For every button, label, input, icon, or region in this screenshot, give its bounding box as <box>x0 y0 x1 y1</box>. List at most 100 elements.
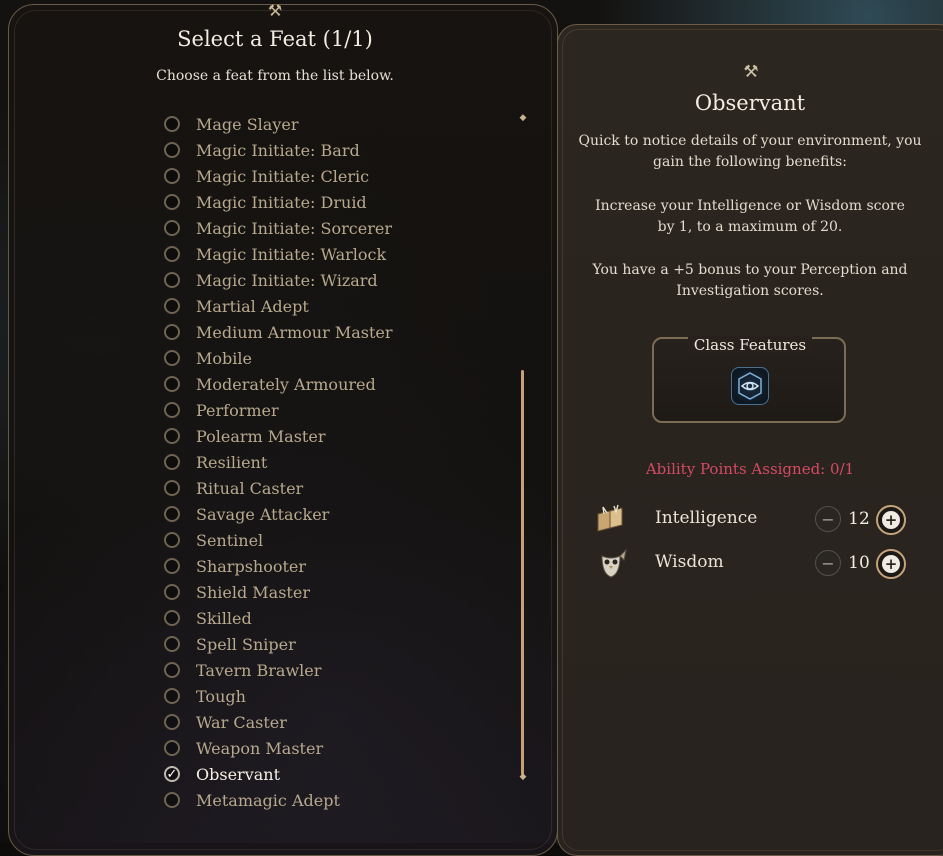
feat-label: Tough <box>196 686 246 706</box>
radio-button[interactable] <box>164 272 180 288</box>
ability-row-intelligence: Intelligence − 12 + <box>590 500 920 540</box>
feat-label: Shield Master <box>196 582 310 602</box>
feat-list-item[interactable]: Martial Adept <box>164 293 393 319</box>
feat-list-item[interactable]: Weapon Master <box>164 735 393 761</box>
owl-icon <box>594 546 628 580</box>
radio-button[interactable] <box>164 558 180 574</box>
feat-benefit: Increase your Intelligence or Wisdom sco… <box>595 198 905 235</box>
feat-label: Tavern Brawler <box>196 660 322 680</box>
feat-label: Savage Attacker <box>196 504 330 524</box>
feat-list-item[interactable]: Medium Armour Master <box>164 319 393 345</box>
increase-wisdom-button[interactable]: + <box>876 549 906 579</box>
feat-label: Skilled <box>196 608 252 628</box>
class-features-label-text: Class Features <box>687 336 813 354</box>
radio-button[interactable] <box>164 662 180 678</box>
radio-button[interactable] <box>164 116 180 132</box>
feat-label: Resilient <box>196 452 268 472</box>
feat-list-item[interactable]: Tough <box>164 683 393 709</box>
radio-button[interactable] <box>164 688 180 704</box>
feat-label: War Caster <box>196 712 287 732</box>
radio-button[interactable] <box>164 142 180 158</box>
ability-name: Intelligence <box>655 508 758 528</box>
feat-list-item[interactable]: Performer <box>164 397 393 423</box>
plus-icon: + <box>882 555 900 573</box>
feat-list-item[interactable]: Mage Slayer <box>164 111 393 137</box>
radio-button[interactable] <box>164 376 180 392</box>
radio-button[interactable] <box>164 584 180 600</box>
radio-button[interactable] <box>164 350 180 366</box>
radio-button[interactable] <box>164 220 180 236</box>
feat-list-item[interactable]: Magic Initiate: Sorcerer <box>164 215 393 241</box>
radio-button[interactable] <box>164 324 180 340</box>
crossed-hammers-icon: ⚒ <box>743 62 759 82</box>
scrollbar[interactable] <box>521 370 524 775</box>
feat-list: Mage Slayer Magic Initiate: Bard Magic Ini… <box>164 111 393 813</box>
radio-button[interactable] <box>164 506 180 522</box>
radio-button[interactable] <box>164 298 180 314</box>
feat-list-item[interactable]: Skilled <box>164 605 393 631</box>
feat-list-item[interactable]: Magic Initiate: Wizard <box>164 267 393 293</box>
crossed-hammers-icon: ⚒ <box>267 1 283 20</box>
radio-button[interactable] <box>164 636 180 652</box>
feat-label: Spell Sniper <box>196 634 296 654</box>
increase-intelligence-button[interactable]: + <box>876 505 906 535</box>
feat-label: Moderately Armoured <box>196 374 376 394</box>
feat-list-item[interactable]: Metamagic Adept <box>164 787 393 813</box>
radio-button[interactable] <box>164 428 180 444</box>
radio-button[interactable] <box>164 480 180 496</box>
feat-list-item[interactable]: Magic Initiate: Cleric <box>164 163 393 189</box>
ability-points-assigned: Ability Points Assigned: 0/1 <box>645 460 855 478</box>
radio-button[interactable] <box>164 792 180 808</box>
feat-label: Polearm Master <box>196 426 326 446</box>
feat-label: Sharpshooter <box>196 556 307 576</box>
feat-benefit: You have a +5 bonus to your Perception a… <box>592 262 908 299</box>
radio-button[interactable] <box>164 714 180 730</box>
feat-label: Magic Initiate: Sorcerer <box>196 218 392 238</box>
feat-label: Magic Initiate: Wizard <box>196 270 378 290</box>
decrease-intelligence-button[interactable]: − <box>815 506 841 532</box>
radio-button[interactable] <box>164 168 180 184</box>
feat-list-item[interactable]: ✓ Observant <box>164 761 393 787</box>
feat-list-item[interactable]: War Caster <box>164 709 393 735</box>
feat-list-item[interactable]: Magic Initiate: Warlock <box>164 241 393 267</box>
feat-list-item[interactable]: Ritual Caster <box>164 475 393 501</box>
decrease-wisdom-button[interactable]: − <box>815 550 841 576</box>
feat-list-item[interactable]: Moderately Armoured <box>164 371 393 397</box>
scroll-down-arrow-icon[interactable]: ◆ <box>516 772 530 782</box>
ability-name: Wisdom <box>655 552 724 572</box>
radio-button[interactable] <box>164 610 180 626</box>
feat-list-item[interactable]: Sentinel <box>164 527 393 553</box>
eye-icon[interactable] <box>731 367 769 405</box>
feat-label: Ritual Caster <box>196 478 304 498</box>
feat-description: Quick to notice details of your environm… <box>578 133 922 170</box>
feat-list-item[interactable]: Polearm Master <box>164 423 393 449</box>
radio-button[interactable] <box>164 454 180 470</box>
radio-button[interactable] <box>164 194 180 210</box>
feat-list-item[interactable]: Resilient <box>164 449 393 475</box>
feat-label: Magic Initiate: Druid <box>196 192 367 212</box>
radio-button[interactable] <box>164 402 180 418</box>
feat-list-item[interactable]: Savage Attacker <box>164 501 393 527</box>
feat-list-item[interactable]: Tavern Brawler <box>164 657 393 683</box>
feat-list-item[interactable]: Magic Initiate: Bard <box>164 137 393 163</box>
checkmark-icon[interactable]: ✓ <box>164 766 180 782</box>
feat-list-item[interactable]: Spell Sniper <box>164 631 393 657</box>
feat-label: Magic Initiate: Bard <box>196 140 360 160</box>
feat-label: Metamagic Adept <box>196 790 340 810</box>
feat-panel-title: Select a Feat (1/1) <box>177 27 373 51</box>
scroll-up-arrow-icon[interactable]: ◆ <box>516 113 530 123</box>
feat-label: Medium Armour Master <box>196 322 393 342</box>
feat-label: Magic Initiate: Cleric <box>196 166 370 186</box>
feat-list-item[interactable]: Mobile <box>164 345 393 371</box>
radio-button[interactable] <box>164 246 180 262</box>
radio-button[interactable] <box>164 532 180 548</box>
feat-list-item[interactable]: Shield Master <box>164 579 393 605</box>
feat-label: Mage Slayer <box>196 114 299 134</box>
feat-list-item[interactable]: Magic Initiate: Druid <box>164 189 393 215</box>
feat-panel-subtitle: Choose a feat from the list below. <box>156 68 394 84</box>
feat-list-item[interactable]: Sharpshooter <box>164 553 393 579</box>
feat-label: Martial Adept <box>196 296 309 316</box>
feat-label: Mobile <box>196 348 252 368</box>
radio-button[interactable] <box>164 740 180 756</box>
ability-row-wisdom: Wisdom − 10 + <box>590 544 920 584</box>
